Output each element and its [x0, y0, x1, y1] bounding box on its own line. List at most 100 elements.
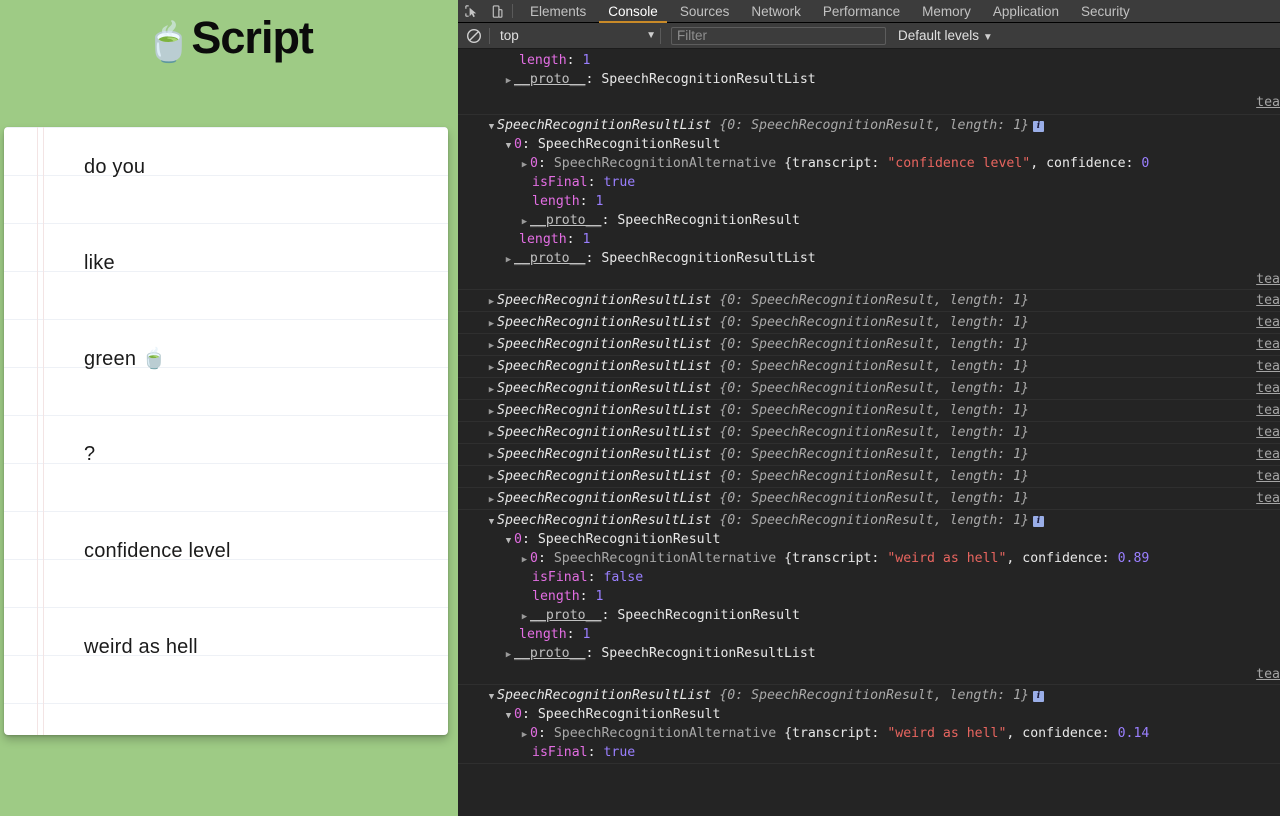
inspect-element-icon[interactable] [458, 0, 484, 22]
console-row: isFinal: true [532, 175, 636, 190]
notepad-rule [4, 127, 448, 128]
console-message[interactable]: ▼ SpeechRecognitionResultList {0: SpeechR… [458, 510, 1280, 685]
source-link[interactable]: tea [1256, 423, 1280, 442]
disclosure-triangle-closed[interactable]: ▶ [486, 293, 497, 310]
tab-network[interactable]: Network [740, 0, 812, 23]
disclosure-triangle-closed[interactable]: ▶ [503, 646, 514, 663]
tab-memory[interactable]: Memory [911, 0, 982, 23]
console-message[interactable]: ▼ SpeechRecognitionResultList {0: SpeechR… [458, 685, 1280, 764]
console-message[interactable]: ▼ SpeechRecognitionResultList {0: SpeechR… [458, 115, 1280, 290]
source-link[interactable]: tea [1256, 379, 1280, 398]
disclosure-triangle-open[interactable]: ▼ [503, 707, 514, 724]
tab-console[interactable]: Console [597, 0, 669, 23]
property-index: 0 [514, 137, 522, 152]
source-link[interactable]: tea [1256, 467, 1280, 486]
disclosure-triangle-closed[interactable]: ▶ [486, 491, 497, 508]
proto-key[interactable]: __proto__ [514, 251, 585, 266]
disclosure-triangle-closed[interactable]: ▶ [503, 72, 514, 89]
console-row: length: 1 [519, 232, 591, 247]
source-link[interactable]: tea [1256, 313, 1280, 332]
isfinal-value: false [603, 570, 644, 585]
disclosure-triangle-open[interactable]: ▼ [486, 513, 497, 530]
source-link[interactable]: tea [1256, 291, 1280, 310]
disclosure-triangle-open[interactable]: ▼ [486, 688, 497, 705]
object-preview: {0: SpeechRecognitionResult, length: 1} [719, 315, 1029, 330]
device-toolbar-icon[interactable] [484, 0, 510, 22]
proto-key[interactable]: __proto__ [514, 72, 585, 87]
disclosure-triangle-closed[interactable]: ▶ [519, 551, 530, 568]
info-badge: i [1032, 121, 1044, 132]
execution-context-select[interactable]: top ▼ [500, 26, 660, 46]
disclosure-triangle-open[interactable]: ▼ [503, 532, 514, 549]
length-value: 1 [582, 232, 591, 247]
proto-key[interactable]: __proto__ [514, 646, 585, 661]
object-class-name: SpeechRecognitionResultList [497, 469, 712, 484]
console-row: isFinal: true [532, 745, 636, 760]
console-message[interactable]: ▶ SpeechRecognitionResultList {0: SpeechR… [458, 312, 1280, 334]
disclosure-triangle-open[interactable]: ▼ [503, 137, 514, 154]
disclosure-triangle-closed[interactable]: ▶ [486, 447, 497, 464]
transcript-value: "weird as hell" [887, 726, 1007, 741]
source-link[interactable]: tea [1256, 357, 1280, 376]
disclosure-triangle-closed[interactable]: ▶ [519, 608, 530, 625]
console-message[interactable]: ▶ SpeechRecognitionResultList {0: SpeechR… [458, 466, 1280, 488]
disclosure-triangle-closed[interactable]: ▶ [486, 337, 497, 354]
proto-key[interactable]: __proto__ [530, 213, 601, 228]
source-link[interactable]: tea [1256, 335, 1280, 354]
console-row: ▼ SpeechRecognitionResultList {0: SpeechR… [458, 116, 1280, 135]
object-class-name: SpeechRecognitionResultList [497, 293, 712, 308]
length-value: 1 [595, 589, 604, 604]
disclosure-triangle-closed[interactable]: ▶ [486, 469, 497, 486]
tab-security[interactable]: Security [1070, 0, 1141, 23]
console-message[interactable]: ▶ SpeechRecognitionResultList {0: SpeechR… [458, 356, 1280, 378]
console-message[interactable]: ▶ SpeechRecognitionResultList {0: SpeechR… [458, 378, 1280, 400]
log-levels-dropdown[interactable]: Default levels ▼ [898, 28, 997, 43]
object-preview: {0: SpeechRecognitionResult, length: 1} [719, 118, 1029, 133]
object-class-name: SpeechRecognitionResultList [497, 403, 712, 418]
source-link[interactable]: tea [1256, 445, 1280, 464]
source-link[interactable]: tea [1256, 270, 1280, 288]
disclosure-triangle-closed[interactable]: ▶ [486, 425, 497, 442]
notepad-rule [4, 223, 448, 224]
object-preview: {0: SpeechRecognitionResult, length: 1} [719, 337, 1029, 352]
console-message[interactable]: ▶ SpeechRecognitionResultList {0: SpeechR… [458, 400, 1280, 422]
console-message-list[interactable]: length: 1 ▶ __proto__: SpeechRecognitionRe… [458, 50, 1280, 816]
tab-performance[interactable]: Performance [812, 0, 911, 23]
disclosure-triangle-closed[interactable]: ▶ [486, 403, 497, 420]
filterbar-divider-2 [660, 27, 661, 44]
disclosure-triangle-closed[interactable]: ▶ [519, 726, 530, 743]
disclosure-triangle-closed[interactable]: ▶ [486, 359, 497, 376]
tab-elements[interactable]: Elements [519, 0, 597, 23]
console-row: ▶ __proto__: SpeechRecognitionResultList [458, 70, 1280, 89]
disclosure-triangle-closed[interactable]: ▶ [519, 156, 530, 173]
source-link[interactable]: tea [1256, 489, 1280, 508]
notepad[interactable]: do you like green 🍵? confidence level weird … [4, 127, 448, 735]
length-value: 1 [595, 194, 604, 209]
console-message[interactable]: ▶ SpeechRecognitionResultList {0: SpeechR… [458, 444, 1280, 466]
tab-application[interactable]: Application [982, 0, 1070, 23]
console-row: ▶ __proto__: SpeechRecognitionResultList [458, 249, 1280, 268]
object-preview: {0: SpeechRecognitionResult, length: 1} [719, 469, 1029, 484]
transcript-line: green 🍵 [84, 348, 168, 370]
console-message[interactable]: ▶ SpeechRecognitionResultList {0: SpeechR… [458, 488, 1280, 510]
proto-key[interactable]: __proto__ [530, 608, 601, 623]
tab-sources[interactable]: Sources [669, 0, 741, 23]
filter-input[interactable] [671, 26, 886, 45]
disclosure-triangle-open[interactable]: ▼ [486, 118, 497, 135]
console-message[interactable]: ▶ SpeechRecognitionResultList {0: SpeechR… [458, 334, 1280, 356]
console-message[interactable]: length: 1 ▶ __proto__: SpeechRecognitionRe… [458, 50, 1280, 115]
disclosure-triangle-closed[interactable]: ▶ [486, 381, 497, 398]
object-preview: {0: SpeechRecognitionResult, length: 1} [719, 293, 1029, 308]
source-link[interactable]: tea [1256, 401, 1280, 420]
transcript-line: weird as hell [84, 636, 198, 658]
console-message[interactable]: ▶ SpeechRecognitionResultList {0: SpeechR… [458, 422, 1280, 444]
disclosure-triangle-closed[interactable]: ▶ [503, 251, 514, 268]
console-row: ▶ SpeechRecognitionResultList {0: SpeechR… [458, 423, 1280, 442]
source-link[interactable]: tea [1256, 665, 1280, 683]
object-preview: {0: SpeechRecognitionResult, length: 1} [719, 425, 1029, 440]
console-message[interactable]: ▶ SpeechRecognitionResultList {0: SpeechR… [458, 290, 1280, 312]
source-link[interactable]: tea [1256, 93, 1280, 112]
clear-console-icon[interactable] [465, 27, 483, 45]
disclosure-triangle-closed[interactable]: ▶ [486, 315, 497, 332]
disclosure-triangle-closed[interactable]: ▶ [519, 213, 530, 230]
